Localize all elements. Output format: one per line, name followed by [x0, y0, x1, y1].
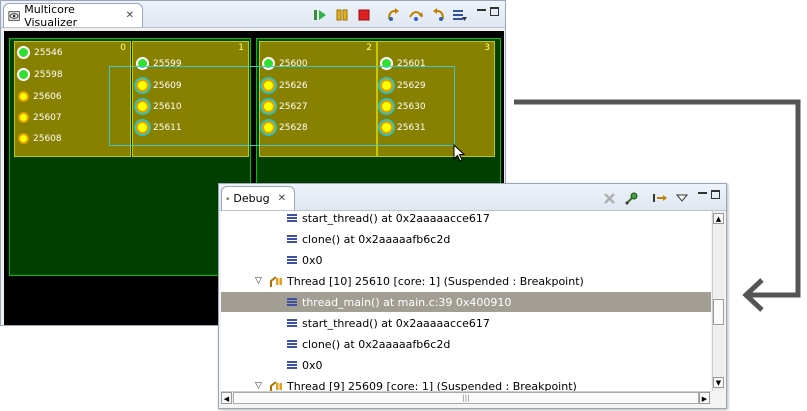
stack-frame-icon: [287, 235, 297, 243]
view-menu-icon[interactable]: [452, 7, 468, 23]
connect-icon[interactable]: [624, 190, 640, 206]
stack-frame-label: thread_main() at main.c:39 0x400910: [302, 295, 512, 309]
view-menu-icon[interactable]: [674, 190, 690, 206]
stack-frame-row[interactable]: 0x0: [221, 250, 711, 270]
thread-id: 25607: [33, 112, 62, 123]
minimize-icon[interactable]: [698, 192, 707, 200]
thread-id: 25608: [33, 133, 62, 144]
close-icon[interactable]: ✕: [278, 193, 286, 204]
suspend-icon[interactable]: [334, 7, 350, 23]
thread-row[interactable]: ▽ Thread [9] 25609 [core: 1] (Suspended …: [221, 376, 711, 391]
stack-frame-row[interactable]: start_thread() at 0x2aaaaacce617: [221, 313, 711, 333]
core-number: 2: [366, 43, 372, 53]
stack-frame-row[interactable]: start_thread() at 0x2aaaaacce617: [221, 211, 711, 228]
core-number: 3: [484, 43, 490, 53]
thread-25546[interactable]: 25546: [17, 46, 63, 59]
stack-frame-label: start_thread() at 0x2aaaaacce617: [302, 211, 490, 225]
visualizer-tab-label: Multicore Visualizer: [24, 2, 78, 29]
thread-id: 25598: [34, 69, 63, 80]
suspended-thread-icon: [18, 91, 29, 102]
stack-frame-row[interactable]: 0x0: [221, 355, 711, 375]
suspended-thread-icon: [18, 133, 29, 144]
stack-frame-label: clone() at 0x2aaaaafb6c2d: [302, 232, 451, 246]
remove-terminated-icon[interactable]: [602, 190, 618, 206]
debug-view: Debug ✕ start_thread() at 0x2aaaaacce617…: [218, 183, 727, 409]
debug-tree[interactable]: start_thread() at 0x2aaaaacce617 clone()…: [221, 211, 711, 391]
close-icon[interactable]: ✕: [126, 10, 134, 21]
stack-frame-row[interactable]: clone() at 0x2aaaaafb6c2d: [221, 334, 711, 354]
step-over-icon[interactable]: [408, 7, 424, 23]
running-thread-icon: [17, 46, 30, 59]
collapse-toggle-icon[interactable]: ▽: [255, 276, 265, 286]
vertical-scrollbar[interactable]: ▲ ▼: [712, 211, 724, 391]
minimize-icon[interactable]: [477, 9, 486, 17]
stack-frame-label: 0x0: [302, 358, 323, 372]
stack-frame-label: 0x0: [302, 253, 323, 267]
tab-multicore-visualizer[interactable]: Multicore Visualizer ✕: [3, 2, 143, 29]
selection-rectangle: [109, 66, 455, 146]
scroll-left-arrow-icon[interactable]: ◀: [221, 392, 232, 404]
terminate-icon[interactable]: [356, 7, 372, 23]
thread-25606[interactable]: 25606: [18, 91, 62, 102]
thread-label: Thread [10] 25610 [core: 1] (Suspended :…: [287, 274, 584, 288]
debug-bug-icon: [226, 197, 230, 201]
debug-window-controls: [698, 190, 720, 200]
stack-frame-icon: [287, 340, 297, 348]
thread-25608[interactable]: 25608: [18, 133, 62, 144]
stack-frame-icon: [287, 361, 297, 369]
core-number: 1: [238, 43, 244, 53]
thread-25598[interactable]: 25598: [17, 68, 63, 81]
debug-tab-label: Debug: [233, 192, 270, 205]
vertical-scroll-thumb[interactable]: [713, 299, 724, 325]
core-number: 0: [120, 43, 126, 53]
thread-label: Thread [9] 25609 [core: 1] (Suspended : …: [287, 379, 577, 392]
scroll-right-arrow-icon[interactable]: ▶: [699, 392, 710, 404]
thread-row[interactable]: ▽ Thread [10] 25610 [core: 1] (Suspended…: [221, 271, 711, 291]
debug-tab-bar: Debug ✕: [219, 184, 726, 211]
suspended-thread-icon: [270, 380, 282, 391]
thread-25607[interactable]: 25607: [18, 112, 62, 123]
scroll-down-arrow-icon[interactable]: ▼: [713, 377, 724, 388]
debug-toolbar: [602, 190, 690, 206]
maximize-icon[interactable]: [490, 7, 499, 16]
horizontal-scrollbar[interactable]: ◀ ||| ▶: [221, 391, 711, 404]
stack-frame-label: start_thread() at 0x2aaaaacce617: [302, 316, 490, 330]
stack-frame-icon: [287, 298, 297, 306]
maximize-icon[interactable]: [711, 190, 720, 199]
thread-id: 25546: [34, 47, 63, 58]
stack-frame-label: clone() at 0x2aaaaafb6c2d: [302, 337, 451, 351]
collapse-toggle-icon[interactable]: ▽: [255, 381, 265, 391]
suspended-thread-icon: [18, 112, 29, 123]
resume-icon[interactable]: [312, 7, 328, 23]
stack-frame-icon: [287, 256, 297, 264]
visualizer-tab-bar: Multicore Visualizer ✕: [1, 1, 505, 29]
step-return-icon[interactable]: [430, 7, 446, 23]
suspended-thread-icon: [270, 275, 282, 287]
scroll-up-arrow-icon[interactable]: ▲: [713, 213, 724, 224]
running-thread-icon: [17, 68, 30, 81]
visualizer-window-controls: [477, 7, 499, 17]
mouse-pointer-icon: [453, 144, 466, 162]
visualizer-icon: [8, 10, 20, 21]
tab-debug[interactable]: Debug ✕: [221, 186, 295, 210]
visualizer-toolbar: [312, 7, 468, 23]
thread-id: 25606: [33, 91, 62, 102]
stack-frame-row[interactable]: clone() at 0x2aaaaafb6c2d: [221, 229, 711, 249]
horizontal-scroll-thumb[interactable]: |||: [233, 392, 699, 404]
stack-frame-icon: [287, 214, 297, 222]
step-into-icon[interactable]: [386, 7, 402, 23]
stack-frame-icon: [287, 319, 297, 327]
stack-frame-row-selected[interactable]: thread_main() at main.c:39 0x400910: [221, 292, 711, 312]
step-filters-icon[interactable]: [652, 190, 668, 206]
